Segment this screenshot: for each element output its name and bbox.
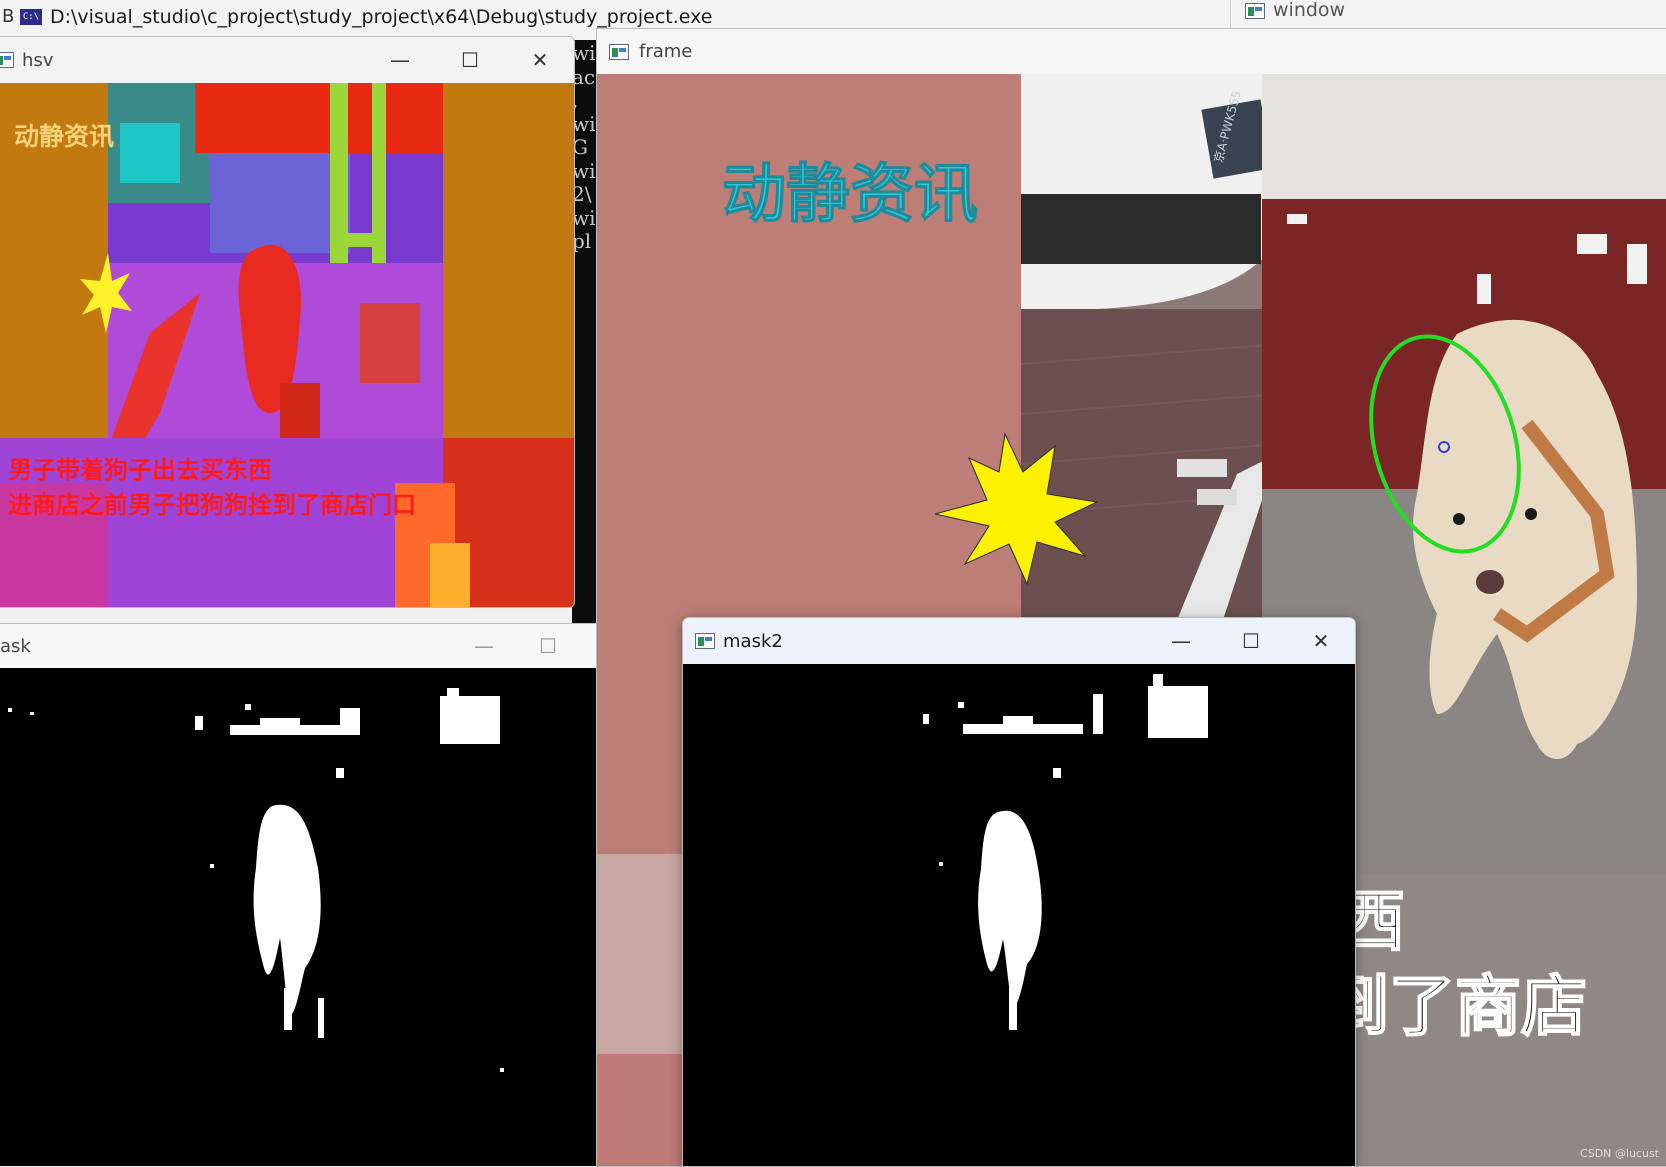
close-button[interactable]: ✕ — [1289, 618, 1353, 664]
minimize-button[interactable]: — — [368, 37, 432, 83]
hsv-logo-text: 动静资讯 — [14, 122, 114, 151]
mask-render — [0, 668, 596, 1166]
hsv-app-icon — [0, 52, 14, 68]
mask2-title: mask2 — [723, 630, 783, 652]
frame-logo-text: 动静资讯 — [722, 158, 978, 232]
minimize-icon: — — [1171, 629, 1191, 653]
frame-titlebar[interactable]: frame — [597, 29, 1666, 74]
window-window[interactable]: window — [1230, 0, 1666, 30]
maximize-icon: ☐ — [539, 634, 557, 658]
maximize-button[interactable]: ☐ — [1219, 618, 1283, 664]
hsv-window[interactable]: hsv — ☐ ✕ 动静资讯 男子带着狗子出去买东西 进商店之前男子把狗狗拴到了… — [0, 36, 575, 608]
hsv-subtitle-line1: 男子带着狗子出去买东西 — [8, 456, 272, 484]
close-icon: ✕ — [1312, 629, 1330, 653]
watermark: CSDN @lucust — [1580, 1147, 1659, 1160]
frame-app-icon — [609, 43, 629, 60]
close-icon: ✕ — [531, 48, 549, 72]
mask-window[interactable]: ask — ☐ — [0, 623, 596, 1166]
hsv-image: 动静资讯 男子带着狗子出去买东西 进商店之前男子把狗狗拴到了商店门口 — [0, 83, 574, 607]
hsv-title: hsv — [22, 49, 54, 71]
mask2-app-icon — [695, 633, 715, 649]
minimize-icon: — — [390, 48, 410, 72]
maximize-icon: ☐ — [461, 48, 479, 72]
window-title: window — [1273, 0, 1346, 21]
console-title: D:\visual_studio\c_project\study_project… — [50, 6, 713, 28]
console-edge-glyph: B — [2, 6, 15, 27]
close-button[interactable]: ✕ — [508, 37, 572, 83]
mask2-titlebar[interactable]: mask2 — ☐ ✕ — [683, 618, 1355, 664]
window-app-icon — [1245, 3, 1265, 19]
maximize-button[interactable]: ☐ — [516, 624, 580, 668]
hsv-titlebar[interactable]: hsv — ☐ ✕ — [0, 37, 574, 83]
hsv-subtitle-line2: 进商店之前男子把狗狗拴到了商店门口 — [8, 491, 416, 519]
frame-title: frame — [639, 41, 693, 62]
maximize-button[interactable]: ☐ — [438, 37, 502, 83]
mask-title: ask — [0, 635, 31, 657]
minimize-button[interactable]: — — [452, 624, 516, 668]
mask-titlebar[interactable]: ask — ☐ — [0, 624, 596, 668]
mask2-image — [683, 664, 1355, 1166]
maximize-icon: ☐ — [1242, 629, 1260, 653]
minimize-icon: — — [474, 634, 494, 658]
mask2-render — [683, 664, 1355, 1166]
mask2-window[interactable]: mask2 — ☐ ✕ — [682, 617, 1356, 1167]
hsv-frame-render: 动静资讯 男子带着狗子出去买东西 进商店之前男子把狗狗拴到了商店门口 — [0, 83, 574, 607]
mask-image — [0, 668, 596, 1166]
minimize-button[interactable]: — — [1149, 618, 1213, 664]
console-app-icon: C:\ — [20, 9, 42, 25]
